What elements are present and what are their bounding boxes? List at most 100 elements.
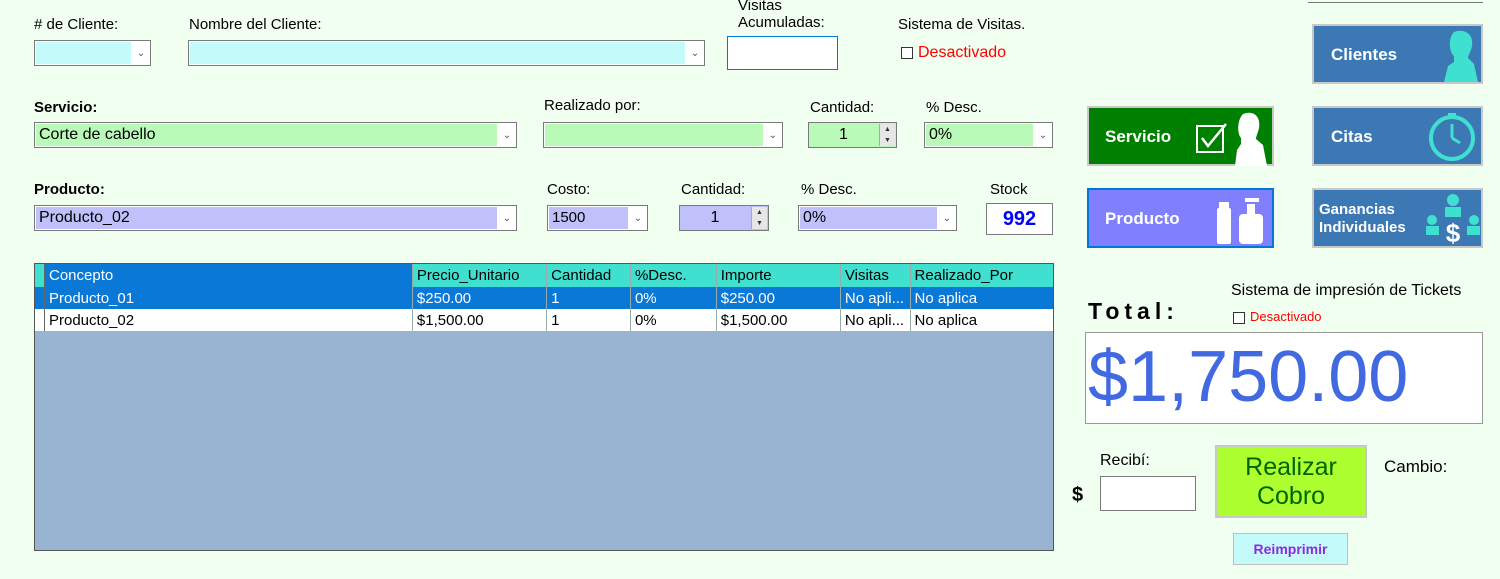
column-header[interactable]: Cantidad <box>546 264 631 287</box>
costo-label: Costo: <box>547 181 591 198</box>
sistema-visitas-state: Desactivado <box>918 44 1007 61</box>
table-header-row: Concepto Precio_Unitario Cantidad %Desc.… <box>45 264 1053 287</box>
cobro-label-line1: Realizar <box>1245 453 1337 481</box>
checkbox-checked-icon <box>1196 123 1227 153</box>
total-value: $1,750.00 <box>1088 337 1409 417</box>
producto-select[interactable]: Producto_02 ⌄ <box>34 205 517 231</box>
reimprimir-button[interactable]: Reimprimir <box>1233 533 1348 565</box>
cliente-nombre-value <box>190 42 685 64</box>
servicio-cantidad-stepper[interactable]: 1 ▲ ▼ <box>808 122 897 148</box>
servicio-desc-select[interactable]: 0% ⌄ <box>924 122 1053 148</box>
table-cell[interactable]: 1 <box>546 309 631 331</box>
servicio-desc-label: % Desc. <box>926 99 982 116</box>
ganancias-individuales-button[interactable]: Ganancias Individuales $ <box>1312 188 1483 248</box>
stock-value: 992 <box>986 203 1053 235</box>
spin-up-icon[interactable]: ▲ <box>880 124 895 135</box>
recibi-label: Recibí: <box>1100 452 1150 469</box>
producto-button[interactable]: Producto <box>1087 188 1274 248</box>
column-header[interactable]: Visitas <box>840 264 911 287</box>
cobro-label-line2: Cobro <box>1256 482 1326 510</box>
producto-button-label: Producto <box>1105 209 1180 228</box>
column-header[interactable]: %Desc. <box>630 264 717 287</box>
visitas-label-line1: Visitas <box>738 0 782 14</box>
chevron-down-icon[interactable]: ⌄ <box>1034 123 1052 147</box>
person-shaving-icon <box>1235 112 1267 166</box>
servicio-cantidad-value: 1 <box>839 126 848 143</box>
spin-down-icon[interactable]: ▼ <box>752 218 767 229</box>
producto-label: Producto: <box>34 181 105 198</box>
producto-cantidad-value: 1 <box>710 209 720 226</box>
servicio-button[interactable]: Servicio <box>1087 106 1274 166</box>
table-cell[interactable]: $250.00 <box>716 287 841 309</box>
sistema-visitas-toggle[interactable]: Desactivado <box>901 44 1006 62</box>
chevron-down-icon[interactable]: ⌄ <box>132 41 150 65</box>
servicio-desc-value: 0% <box>926 124 1033 146</box>
producto-cantidad-label: Cantidad: <box>681 181 746 198</box>
cliente-nombre-select[interactable]: ⌄ <box>188 40 705 66</box>
chevron-down-icon[interactable]: ⌄ <box>498 123 516 147</box>
servicio-cantidad-label: Cantidad: <box>810 99 875 116</box>
checkbox-icon[interactable] <box>901 47 913 60</box>
realizado-por-value <box>545 124 763 146</box>
clientes-button-label: Clientes <box>1331 45 1398 64</box>
costo-value: 1500 <box>549 207 628 229</box>
stock-label: Stock <box>990 181 1028 198</box>
realizar-cobro-button[interactable]: Realizar Cobro <box>1215 445 1367 518</box>
tickets-toggle[interactable]: Desactivado <box>1233 309 1322 324</box>
spin-up-icon[interactable]: ▲ <box>752 207 767 218</box>
producto-cantidad-stepper[interactable]: 1 ▲ ▼ <box>679 205 769 231</box>
table-cell[interactable]: $1,500.00 <box>412 309 548 331</box>
person-icon <box>1444 30 1478 82</box>
row-header-column <box>35 264 45 332</box>
servicio-label: Servicio: <box>34 99 98 116</box>
visitas-label-line2: Acumuladas: <box>738 14 825 31</box>
column-header[interactable]: Importe <box>716 264 841 287</box>
chevron-down-icon[interactable]: ⌄ <box>686 41 704 65</box>
producto-desc-select[interactable]: 0% ⌄ <box>798 205 957 231</box>
total-display: $1,750.00 <box>1085 332 1483 424</box>
recibi-input[interactable] <box>1100 476 1196 511</box>
cliente-num-select[interactable]: ⌄ <box>34 40 151 66</box>
chevron-down-icon[interactable]: ⌄ <box>629 206 647 230</box>
servicio-value: Corte de cabello <box>36 124 497 146</box>
table-cell[interactable]: No apli... <box>840 287 911 309</box>
column-header[interactable]: Concepto <box>45 264 413 287</box>
cambio-label: Cambio: <box>1384 457 1448 476</box>
table-cell[interactable]: No apli... <box>840 309 911 331</box>
table-cell[interactable]: Producto_01 <box>45 287 413 309</box>
tickets-state: Desactivado <box>1250 309 1322 324</box>
table-cell[interactable]: $1,500.00 <box>716 309 841 331</box>
spin-down-icon[interactable]: ▼ <box>880 135 895 146</box>
chevron-down-icon[interactable]: ⌄ <box>498 206 516 230</box>
realizado-por-select[interactable]: ⌄ <box>543 122 783 148</box>
table-cell[interactable]: No aplica <box>910 309 1053 331</box>
table-row[interactable]: Producto_02 $1,500.00 1 0% $1,500.00 No … <box>45 309 1053 331</box>
svg-text:$: $ <box>1446 218 1461 246</box>
table-cell[interactable]: 1 <box>546 287 631 309</box>
table-cell[interactable]: $250.00 <box>412 287 548 309</box>
producto-desc-value: 0% <box>800 207 937 229</box>
cliente-num-value <box>36 42 131 64</box>
table-cell[interactable]: 0% <box>630 309 717 331</box>
currency-symbol: $ <box>1072 484 1084 506</box>
checkbox-icon[interactable] <box>1233 311 1245 324</box>
chevron-down-icon[interactable]: ⌄ <box>764 123 782 147</box>
column-header[interactable]: Precio_Unitario <box>412 264 548 287</box>
spinner-buttons[interactable]: ▲ ▼ <box>751 207 767 229</box>
visitas-acumuladas-input[interactable] <box>727 36 838 70</box>
costo-select[interactable]: 1500 ⌄ <box>547 205 648 231</box>
ganancias-label-line1: Ganancias <box>1319 201 1395 218</box>
clientes-button[interactable]: Clientes <box>1312 24 1483 84</box>
table-row[interactable]: Producto_01 $250.00 1 0% $250.00 No apli… <box>45 287 1053 309</box>
table-cell[interactable]: Producto_02 <box>45 309 413 331</box>
spinner-buttons[interactable]: ▲ ▼ <box>879 124 895 146</box>
table-cell[interactable]: 0% <box>630 287 717 309</box>
realizado-por-label: Realizado por: <box>544 97 641 114</box>
chevron-down-icon[interactable]: ⌄ <box>938 206 956 230</box>
table-cell[interactable]: No aplica <box>910 287 1053 309</box>
citas-button-label: Citas <box>1331 127 1373 146</box>
servicio-select[interactable]: Corte de cabello ⌄ <box>34 122 517 148</box>
column-header[interactable]: Realizado_Por <box>910 264 1053 287</box>
citas-button[interactable]: Citas <box>1312 106 1483 166</box>
items-grid[interactable]: Concepto Precio_Unitario Cantidad %Desc.… <box>34 263 1054 551</box>
